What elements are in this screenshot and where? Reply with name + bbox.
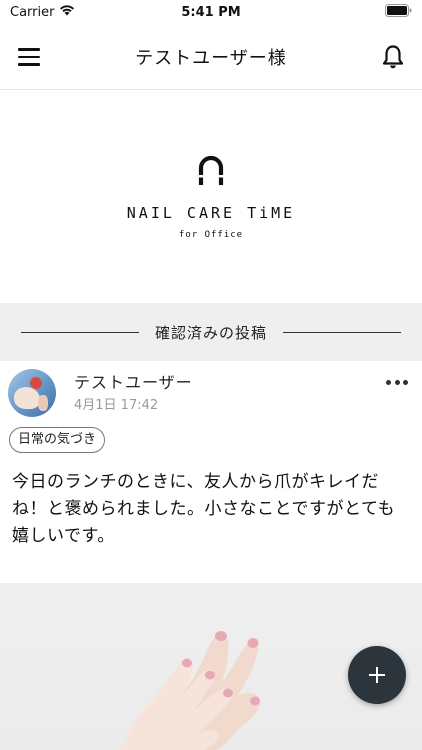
post-author[interactable]: テストユーザー xyxy=(74,369,193,393)
brand-logo: NAIL CARE TiME for Office xyxy=(0,90,422,303)
status-bar: Carrier 5:41 PM xyxy=(0,0,422,24)
brand-subtitle: for Office xyxy=(178,230,244,240)
nav-bar: テストユーザー様 xyxy=(0,24,422,90)
bell-icon[interactable] xyxy=(382,44,404,70)
avatar[interactable] xyxy=(8,369,56,417)
more-options-icon[interactable] xyxy=(386,377,408,387)
divider xyxy=(20,331,139,333)
brand-name: NAIL CARE TiME xyxy=(126,204,296,222)
category-tag[interactable]: 日常の気づき xyxy=(9,427,106,453)
post-body: 今日のランチのときに、友人から爪がキレイだね！と褒められました。小さなことですが… xyxy=(12,472,396,546)
status-time: 5:41 PM xyxy=(181,4,241,20)
post-timestamp: 4月1日 17:42 xyxy=(74,398,159,413)
post-card: テストユーザー 4月1日 17:42 日常の気づき 今日のランチのときに、友人か… xyxy=(0,361,422,583)
brand-mark-icon xyxy=(198,155,224,190)
plus-icon xyxy=(369,667,385,683)
section-title: 確認済みの投稿 xyxy=(154,323,267,342)
hamburger-menu-icon[interactable] xyxy=(18,45,44,69)
page-title: テストユーザー様 xyxy=(135,47,287,69)
section-header: 確認済みの投稿 xyxy=(0,303,422,361)
add-post-button[interactable] xyxy=(348,646,406,704)
divider xyxy=(283,331,401,333)
